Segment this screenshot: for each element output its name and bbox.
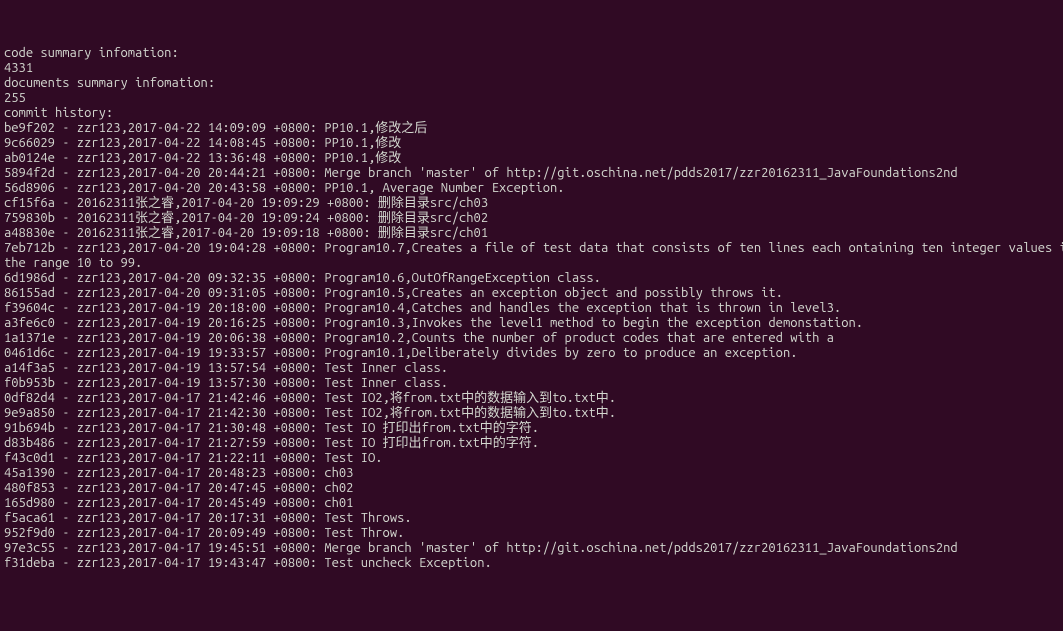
commit-line: 9e9a850 - zzr123,2017-04-17 21:42:30 +08… — [4, 406, 1059, 421]
commit-line: cf15f6a - 20162311张之睿,2017-04-20 19:09:2… — [4, 196, 1059, 211]
commit-line: f39604c - zzr123,2017-04-19 20:18:00 +08… — [4, 301, 1059, 316]
commit-line: 97e3c55 - zzr123,2017-04-17 19:45:51 +08… — [4, 541, 1059, 556]
commit-line: 1a1371e - zzr123,2017-04-19 20:06:38 +08… — [4, 331, 1059, 346]
docs-summary-value: 255 — [4, 91, 1059, 106]
commit-line: a3fe6c0 - zzr123,2017-04-19 20:16:25 +08… — [4, 316, 1059, 331]
commit-line: f0b953b - zzr123,2017-04-19 13:57:30 +08… — [4, 376, 1059, 391]
commit-line: 5894f2d - zzr123,2017-04-20 20:44:21 +08… — [4, 166, 1059, 181]
docs-summary-label: documents summary infomation: — [4, 76, 1059, 91]
commit-line: 759830b - 20162311张之睿,2017-04-20 19:09:2… — [4, 211, 1059, 226]
commit-line: 56d8906 - zzr123,2017-04-20 20:43:58 +08… — [4, 181, 1059, 196]
terminal-output: code summary infomation:4331documents su… — [4, 46, 1059, 571]
commit-line: f31deba - zzr123,2017-04-17 19:43:47 +08… — [4, 556, 1059, 571]
commit-line: 9c66029 - zzr123,2017-04-22 14:08:45 +08… — [4, 136, 1059, 151]
commit-line: d83b486 - zzr123,2017-04-17 21:27:59 +08… — [4, 436, 1059, 451]
commit-line: 480f853 - zzr123,2017-04-17 20:47:45 +08… — [4, 481, 1059, 496]
commit-line: 7eb712b - zzr123,2017-04-20 19:04:28 +08… — [4, 241, 1059, 256]
commit-line: a48830e - 20162311张之睿,2017-04-20 19:09:1… — [4, 226, 1059, 241]
commit-line: 6d1986d - zzr123,2017-04-20 09:32:35 +08… — [4, 271, 1059, 286]
commit-line: 0df82d4 - zzr123,2017-04-17 21:42:46 +08… — [4, 391, 1059, 406]
commit-line: 952f9d0 - zzr123,2017-04-17 20:09:49 +08… — [4, 526, 1059, 541]
commit-line: 165d980 - zzr123,2017-04-17 20:45:49 +08… — [4, 496, 1059, 511]
commit-history-label: commit history: — [4, 106, 1059, 121]
commit-line-wrap: the range 10 to 99. — [4, 256, 1059, 271]
commit-line: 45a1390 - zzr123,2017-04-17 20:48:23 +08… — [4, 466, 1059, 481]
code-summary-value: 4331 — [4, 61, 1059, 76]
commit-line: ab0124e - zzr123,2017-04-22 13:36:48 +08… — [4, 151, 1059, 166]
commit-line: 86155ad - zzr123,2017-04-20 09:31:05 +08… — [4, 286, 1059, 301]
commit-line: be9f202 - zzr123,2017-04-22 14:09:09 +08… — [4, 121, 1059, 136]
commit-line: f5aca61 - zzr123,2017-04-17 20:17:31 +08… — [4, 511, 1059, 526]
commit-line: a14f3a5 - zzr123,2017-04-19 13:57:54 +08… — [4, 361, 1059, 376]
commit-line: 91b694b - zzr123,2017-04-17 21:30:48 +08… — [4, 421, 1059, 436]
commit-line: f43c0d1 - zzr123,2017-04-17 21:22:11 +08… — [4, 451, 1059, 466]
code-summary-label: code summary infomation: — [4, 46, 1059, 61]
commit-line: 0461d6c - zzr123,2017-04-19 19:33:57 +08… — [4, 346, 1059, 361]
